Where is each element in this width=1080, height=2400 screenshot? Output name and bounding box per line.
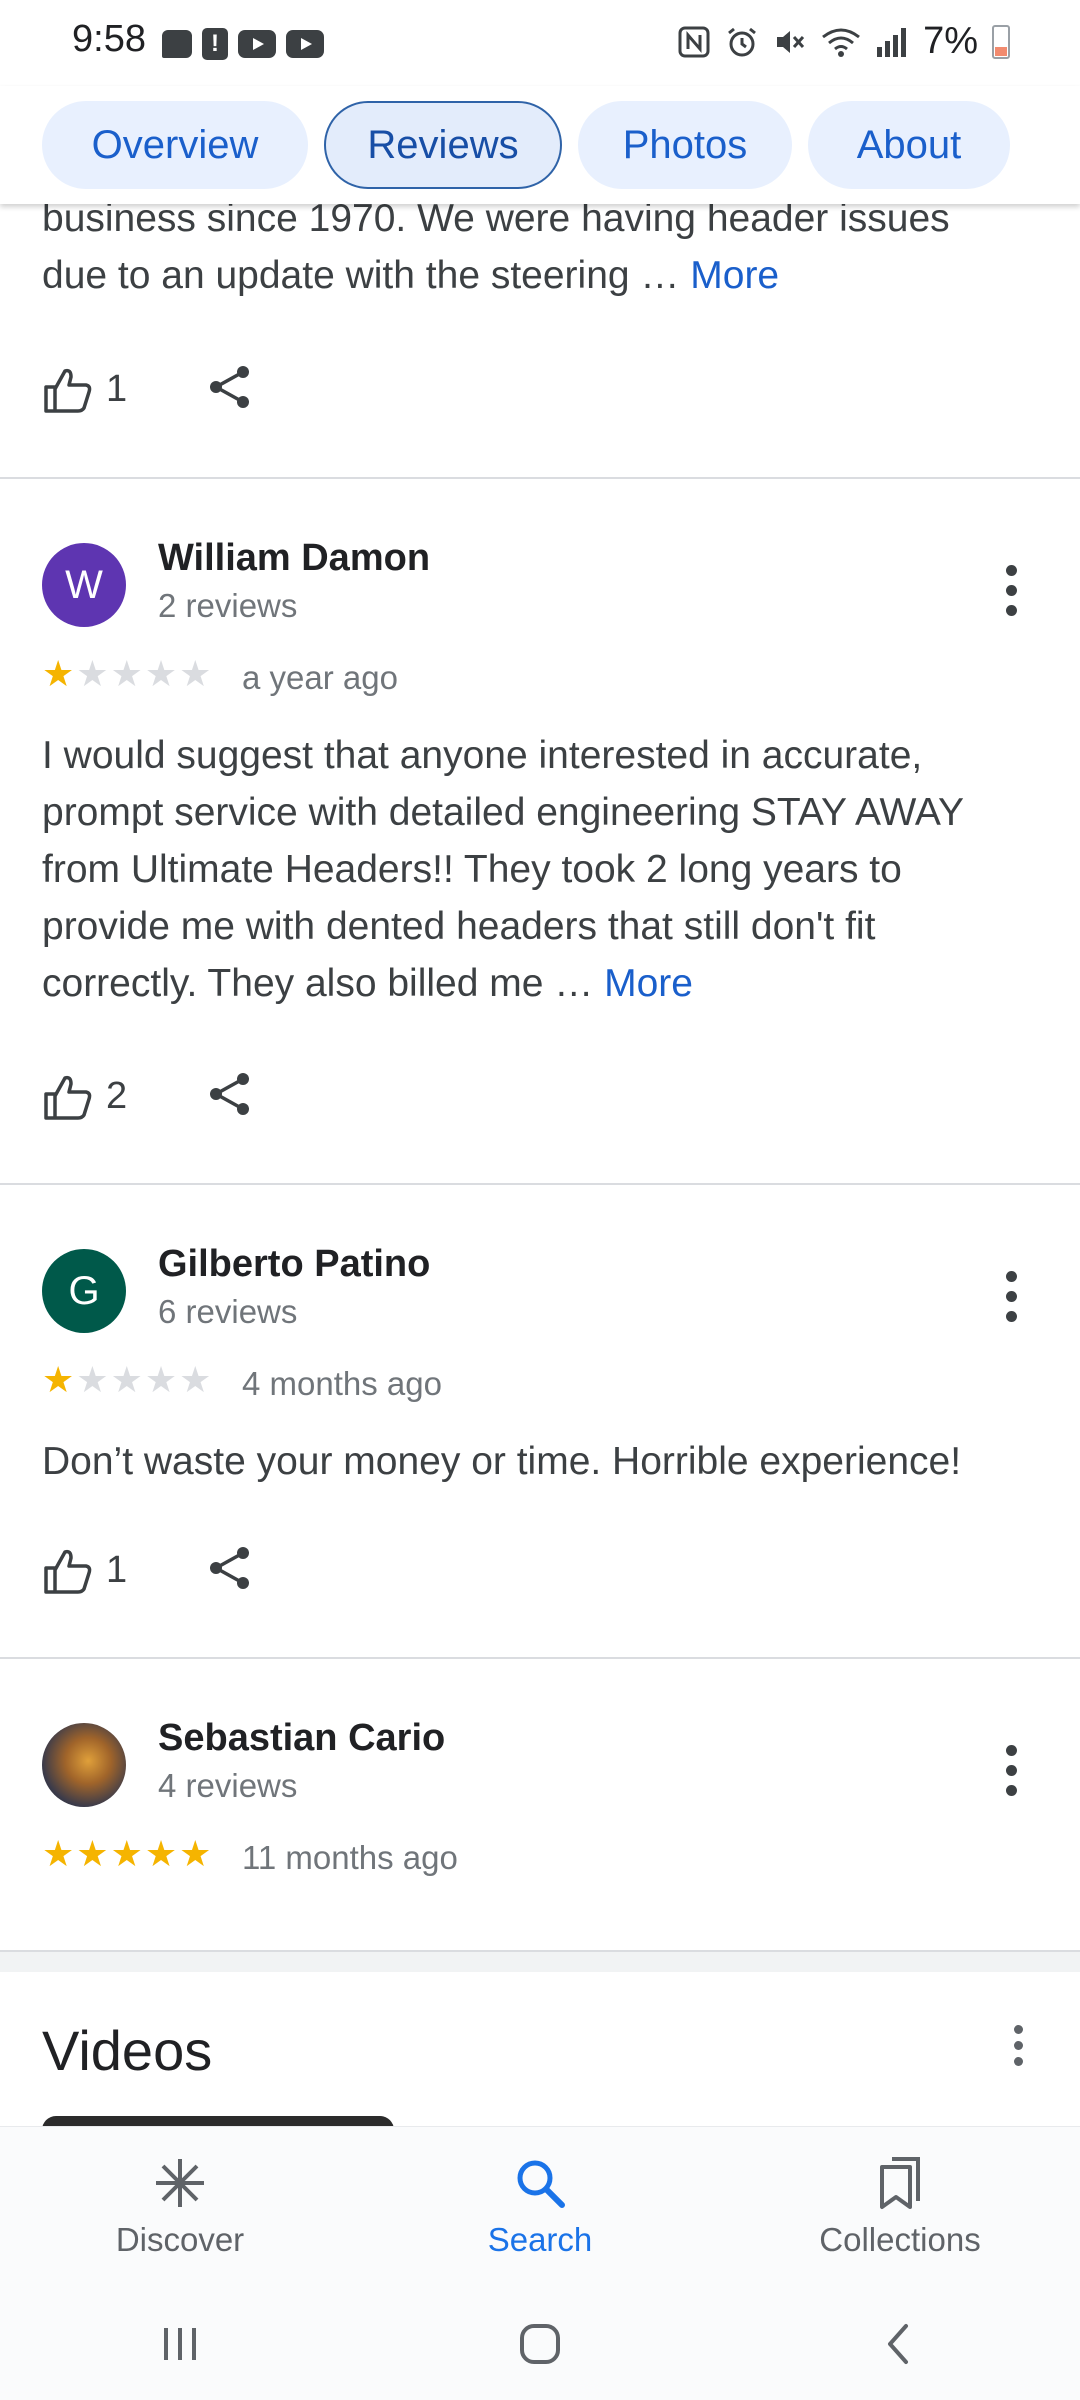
nav-search[interactable]: Search xyxy=(360,2127,720,2288)
avatar[interactable]: G xyxy=(42,1249,126,1333)
star-icon: ★ xyxy=(110,1359,143,1400)
alarm-icon xyxy=(728,27,757,56)
review-card: W William Damon 2 reviews ★ ★ ★ ★ ★ a year a… xyxy=(0,479,1080,1184)
more-options-icon[interactable] xyxy=(1014,2025,1024,2073)
star-rating: ★ ★ ★ ★ ★ xyxy=(42,1362,211,1398)
review-actions: 1 xyxy=(0,1545,295,1596)
bottom-navigation: Discover Search Collections xyxy=(0,2126,1080,2288)
tab-about[interactable]: About xyxy=(808,101,1010,189)
section-separator xyxy=(0,1950,1080,1972)
like-button[interactable]: 1 xyxy=(42,365,127,415)
review-actions: 2 xyxy=(0,1071,295,1122)
place-tabs: Overview Reviews Photos About xyxy=(0,86,1080,204)
more-options-icon[interactable] xyxy=(1006,565,1018,625)
nav-discover[interactable]: Discover xyxy=(0,2127,360,2288)
status-bar: 9:58 7% xyxy=(0,0,1080,86)
status-time: 9:58 xyxy=(72,18,146,60)
thumbs-up-icon xyxy=(44,1075,92,1120)
share-icon xyxy=(210,1073,250,1115)
review-date: a year ago xyxy=(242,659,398,696)
system-navigation xyxy=(0,2288,1080,2400)
more-link[interactable]: More xyxy=(604,962,693,1005)
videos-heading: Videos xyxy=(42,2019,213,2082)
alert-icon xyxy=(202,28,228,60)
share-button[interactable] xyxy=(207,364,253,415)
nav-label: Collections xyxy=(819,2221,981,2258)
star-icon: ★ xyxy=(179,653,212,694)
tab-photos[interactable]: Photos xyxy=(578,101,792,189)
back-icon[interactable] xyxy=(876,2320,924,2368)
star-icon: ★ xyxy=(110,1833,143,1874)
review-count: 4 reviews xyxy=(158,1767,298,1804)
star-icon: ★ xyxy=(144,1833,178,1874)
more-options-icon[interactable] xyxy=(1006,1745,1018,1805)
review-date: 11 months ago xyxy=(242,1839,458,1876)
more-options-icon[interactable] xyxy=(1006,1271,1018,1331)
thumbs-up-icon xyxy=(44,1549,92,1594)
wifi-icon xyxy=(822,28,860,57)
star-icon: ★ xyxy=(42,653,75,694)
reviewer-name[interactable]: Sebastian Cario xyxy=(158,1717,445,1760)
review-date: 4 months ago xyxy=(242,1365,442,1402)
review-text: business since 1970. We were having head… xyxy=(42,197,950,297)
thumbs-up-icon xyxy=(44,368,92,413)
youtube-icon xyxy=(286,30,324,58)
share-button[interactable] xyxy=(207,1071,253,1122)
more-link[interactable]: More xyxy=(690,254,779,297)
signal-icon xyxy=(877,27,907,57)
battery-percentage: 7% xyxy=(923,20,978,62)
review-count: 6 reviews xyxy=(158,1293,298,1330)
avatar[interactable]: W xyxy=(42,543,126,627)
star-icon: ★ xyxy=(76,653,109,694)
tab-overview[interactable]: Overview xyxy=(42,101,308,189)
share-button[interactable] xyxy=(207,1545,253,1596)
home-icon[interactable] xyxy=(516,2320,564,2368)
star-icon: ★ xyxy=(179,1359,212,1400)
battery-icon xyxy=(992,24,1010,59)
search-icon xyxy=(517,2160,565,2208)
tab-reviews[interactable]: Reviews xyxy=(324,101,562,189)
share-icon xyxy=(210,366,250,408)
share-icon xyxy=(210,1547,250,1589)
star-rating: ★ ★ ★ ★ ★ xyxy=(42,656,211,692)
star-rating: ★ ★ ★ ★ ★ xyxy=(42,1836,211,1872)
review-text: I would suggest that anyone interested i… xyxy=(42,734,965,1005)
star-icon: ★ xyxy=(42,1359,75,1400)
star-icon: ★ xyxy=(144,1359,178,1400)
like-button[interactable]: 1 xyxy=(42,1546,127,1596)
like-button[interactable]: 2 xyxy=(42,1072,127,1122)
review-card: G Gilberto Patino 6 reviews ★ ★ ★ ★ ★ 4 mont… xyxy=(0,1185,1080,1658)
reviewer-name[interactable]: Gilberto Patino xyxy=(158,1243,430,1286)
like-count: 1 xyxy=(106,368,128,410)
mute-icon xyxy=(777,30,805,53)
system-icons: 7% xyxy=(677,20,1010,63)
message-icon xyxy=(162,30,192,58)
like-count: 1 xyxy=(106,1549,128,1591)
star-icon: ★ xyxy=(76,1833,109,1874)
review-partial: business since 1970. We were having head… xyxy=(0,190,1080,480)
youtube-icon xyxy=(238,30,276,58)
star-icon: ★ xyxy=(144,653,178,694)
reviewer-name[interactable]: William Damon xyxy=(158,537,430,580)
like-count: 2 xyxy=(106,1075,128,1117)
notification-icons xyxy=(162,28,324,60)
star-icon: ★ xyxy=(110,653,143,694)
review-card: Sebastian Cario 4 reviews ★ ★ ★ ★ ★ 11 month… xyxy=(0,1659,1080,1949)
review-text: Don’t waste your money or time. Horrible… xyxy=(42,1440,962,1483)
nav-label: Discover xyxy=(115,2221,245,2258)
review-count: 2 reviews xyxy=(158,587,298,624)
recent-apps-icon[interactable] xyxy=(156,2320,204,2368)
nfc-icon xyxy=(678,26,710,57)
bookmarks-icon xyxy=(880,2157,920,2209)
star-icon: ★ xyxy=(76,1359,109,1400)
star-icon: ★ xyxy=(179,1833,212,1874)
asterisk-icon xyxy=(156,2159,204,2207)
star-icon: ★ xyxy=(42,1833,75,1874)
nav-label: Search xyxy=(487,2221,593,2258)
nav-collections[interactable]: Collections xyxy=(720,2127,1080,2288)
avatar[interactable] xyxy=(42,1723,126,1807)
review-actions: 1 xyxy=(0,364,295,415)
